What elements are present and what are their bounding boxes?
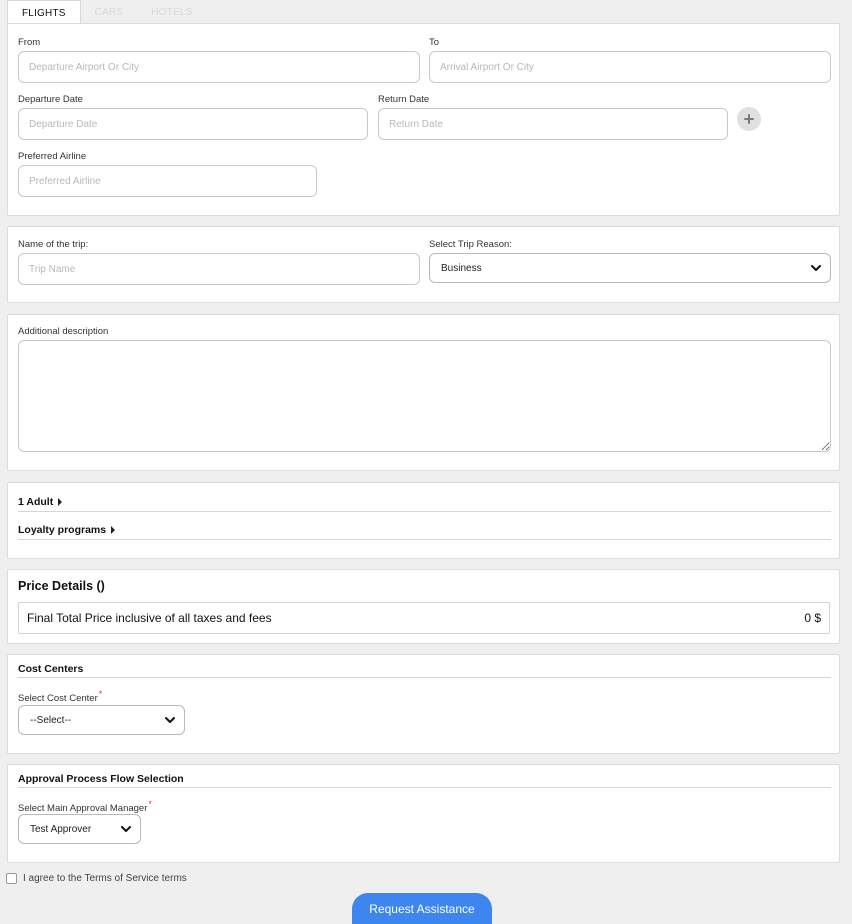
approval-manager-select[interactable]: Test Approver xyxy=(18,814,141,844)
required-mark: * xyxy=(148,799,152,809)
trip-reason-label: Select Trip Reason: xyxy=(429,239,512,250)
terms-checkbox[interactable] xyxy=(6,873,17,884)
cost-center-label: Select Cost Center* xyxy=(18,689,102,704)
adults-toggle[interactable]: 1 Adult xyxy=(18,496,63,508)
divider xyxy=(18,677,831,678)
to-label: To xyxy=(429,37,440,48)
trip-reason-value: Business xyxy=(441,262,482,274)
cost-center-label-text: Select Cost Center xyxy=(18,693,98,705)
departure-date-label: Departure Date xyxy=(18,94,83,105)
price-total-box: Final Total Price inclusive of all taxes… xyxy=(18,602,830,634)
trip-name-input[interactable] xyxy=(18,253,420,285)
cost-centers-title: Cost Centers xyxy=(18,663,84,675)
return-date-input[interactable] xyxy=(378,108,728,140)
caret-right-icon xyxy=(111,526,116,534)
required-mark: * xyxy=(98,689,103,699)
airline-input[interactable] xyxy=(18,165,317,197)
adults-label: 1 Adult xyxy=(18,496,54,508)
from-input[interactable] xyxy=(18,51,420,83)
loyalty-toggle[interactable]: Loyalty programs xyxy=(18,524,116,536)
airline-label: Preferred Airline xyxy=(18,151,87,162)
trip-name-label: Name of the trip: xyxy=(18,239,89,250)
loyalty-label: Loyalty programs xyxy=(18,524,107,536)
description-panel: Additional description xyxy=(7,314,840,471)
return-date-label: Return Date xyxy=(378,94,430,105)
add-flight-button[interactable] xyxy=(737,107,761,131)
approval-manager-label: Select Main Approval Manager* xyxy=(18,799,152,814)
divider xyxy=(18,787,831,788)
divider xyxy=(18,539,831,540)
description-label: Additional description xyxy=(18,326,109,337)
cost-center-value: --Select-- xyxy=(30,714,72,726)
to-input[interactable] xyxy=(429,51,831,83)
from-label: From xyxy=(18,37,41,48)
terms-agreement: I agree to the Terms of Service terms xyxy=(6,873,187,884)
price-total-value: 0 $ xyxy=(804,611,821,625)
trip-panel: Name of the trip: Select Trip Reason: Bu… xyxy=(7,226,840,303)
approval-title: Approval Process Flow Selection xyxy=(18,773,184,785)
price-panel: Price Details () Final Total Price inclu… xyxy=(7,569,840,644)
flight-search-panel: From To Departure Date Return Date Prefe… xyxy=(7,23,840,216)
cost-centers-panel: Cost Centers Select Cost Center* --Selec… xyxy=(7,654,840,754)
trip-reason-select[interactable]: Business xyxy=(429,253,831,283)
caret-right-icon xyxy=(58,498,63,506)
price-total-label: Final Total Price inclusive of all taxes… xyxy=(27,611,272,625)
tab-flights[interactable]: FLIGHTS xyxy=(7,0,81,25)
tab-bar: FLIGHTS CARS HOTELS xyxy=(7,0,206,25)
departure-date-input[interactable] xyxy=(18,108,368,140)
chevron-down-icon xyxy=(811,265,821,271)
tab-hotels[interactable]: HOTELS xyxy=(137,0,206,24)
plus-icon xyxy=(744,114,754,124)
divider xyxy=(18,511,831,512)
terms-label: I agree to the Terms of Service terms xyxy=(23,873,187,884)
approval-manager-value: Test Approver xyxy=(30,823,92,835)
approval-manager-label-text: Select Main Approval Manager xyxy=(18,803,148,815)
approval-panel: Approval Process Flow Selection Select M… xyxy=(7,764,840,863)
price-details-title: Price Details () xyxy=(18,579,105,593)
chevron-down-icon xyxy=(121,826,131,832)
travelers-panel: 1 Adult Loyalty programs xyxy=(7,482,840,559)
cost-center-select[interactable]: --Select-- xyxy=(18,705,185,735)
request-assistance-button[interactable]: Request Assistance xyxy=(352,893,492,924)
chevron-down-icon xyxy=(165,717,175,723)
tab-cars[interactable]: CARS xyxy=(81,0,138,24)
description-textarea[interactable] xyxy=(18,340,831,452)
